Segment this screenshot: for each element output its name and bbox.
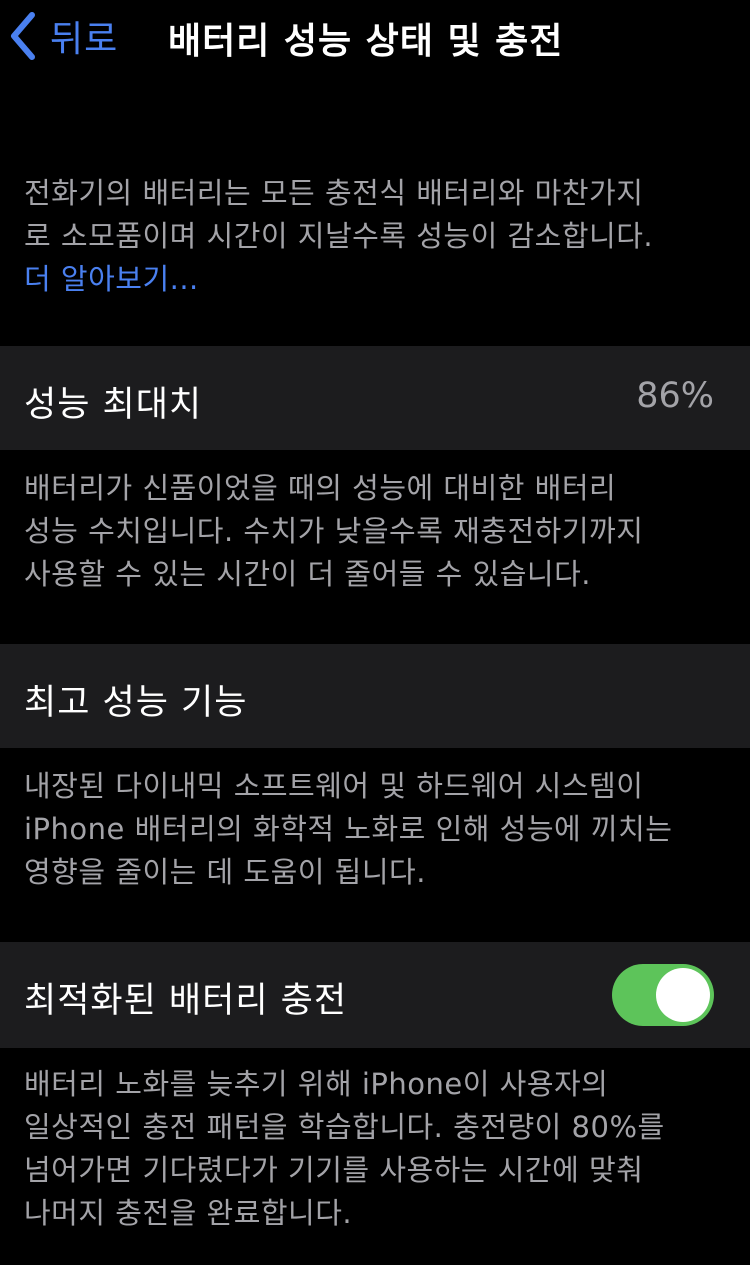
toggle-knob: [656, 968, 710, 1022]
max-capacity-row: 성능 최대치 86%: [0, 346, 750, 450]
back-button[interactable]: 뒤로: [8, 8, 118, 64]
peak-performance-row: 최고 성능 기능: [0, 644, 750, 748]
learn-more-link[interactable]: 더 알아보기...: [24, 258, 724, 301]
intro-line: 로 소모품이며 시간이 지날수록 성능이 감소합니다.: [24, 219, 654, 253]
optimized-charging-row: 최적화된 배터리 충전: [0, 942, 750, 1048]
chevron-left-icon: [11, 12, 35, 60]
optimized-charging-label: 최적화된 배터리 충전: [24, 981, 348, 1021]
navigation-bar: 뒤로 배터리 성능 상태 및 충전: [0, 0, 750, 80]
description-line: 성능 수치입니다. 수치가 낮을수록 재충전하기까지: [24, 514, 644, 548]
max-capacity-label: 성능 최대치: [24, 385, 203, 425]
optimized-charging-toggle[interactable]: [612, 964, 714, 1026]
peak-performance-description: 내장된 다이내믹 소프트웨어 및 하드웨어 시스템이 iPhone 배터리의 화…: [24, 765, 724, 894]
back-label[interactable]: 뒤로: [50, 10, 118, 62]
intro-line: 전화기의 배터리는 모든 충전식 배터리와 마찬가지: [24, 176, 644, 210]
description-line: 영향을 줄이는 데 도움이 됩니다.: [24, 855, 426, 889]
max-capacity-value: 86%: [636, 376, 714, 416]
description-line: 나머지 충전을 완료합니다.: [24, 1196, 353, 1230]
description-line: 배터리 노화를 늦추기 위해 iPhone이 사용자의: [24, 1067, 609, 1101]
page-title: 배터리 성능 상태 및 충전: [168, 21, 564, 62]
intro-description: 전화기의 배터리는 모든 충전식 배터리와 마찬가지 로 소모품이며 시간이 지…: [24, 172, 724, 301]
description-line: iPhone 배터리의 화학적 노화로 인해 성능에 끼치는: [24, 812, 673, 846]
max-capacity-description: 배터리가 신품이었을 때의 성능에 대비한 배터리 성능 수치입니다. 수치가 …: [24, 467, 724, 596]
optimized-charging-description: 배터리 노화를 늦추기 위해 iPhone이 사용자의 일상적인 충전 패턴을 …: [24, 1063, 724, 1235]
description-line: 배터리가 신품이었을 때의 성능에 대비한 배터리: [24, 471, 617, 505]
description-line: 사용할 수 있는 시간이 더 줄어들 수 있습니다.: [24, 557, 591, 591]
peak-performance-label: 최고 성능 기능: [24, 683, 248, 723]
description-line: 내장된 다이내믹 소프트웨어 및 하드웨어 시스템이: [24, 769, 644, 803]
description-line: 일상적인 충전 패턴을 학습합니다. 충전량이 80%를: [24, 1110, 665, 1144]
description-line: 넘어가면 기다렸다가 기기를 사용하는 시간에 맞춰: [24, 1153, 644, 1187]
